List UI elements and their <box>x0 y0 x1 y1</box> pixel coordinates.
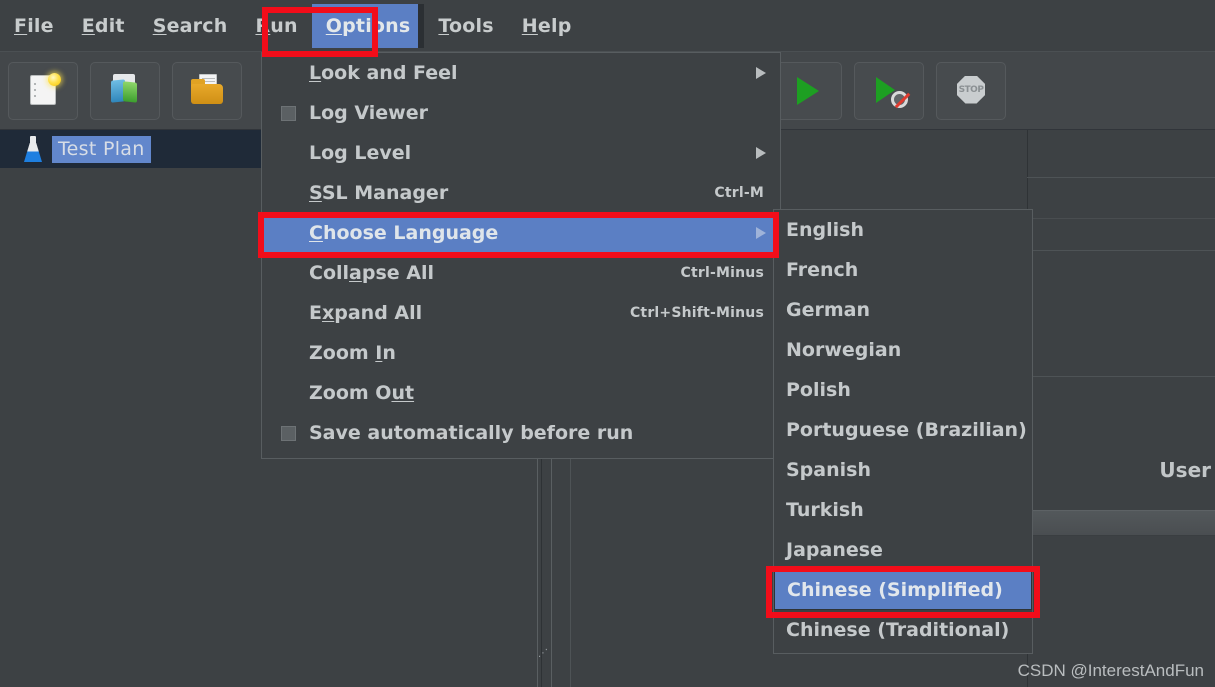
menu-item-collapse-all[interactable]: Collapse All Ctrl-Minus <box>262 253 780 293</box>
open-folder-icon <box>187 72 227 110</box>
language-item-spanish[interactable]: Spanish <box>774 450 1032 490</box>
menu-edit[interactable]: Edit <box>68 4 139 48</box>
language-item-polish[interactable]: Polish <box>774 370 1032 410</box>
menu-item-label: Collapse All <box>309 262 434 284</box>
menu-item-label: Look and Feel <box>309 62 458 84</box>
start-no-timers-icon <box>869 72 909 110</box>
panel-divider-1 <box>1027 177 1215 178</box>
menu-item-accelerator: Ctrl+Shift-Minus <box>629 305 764 321</box>
language-item-portuguese-brazilian[interactable]: Portuguese (Brazilian) <box>774 410 1032 450</box>
language-item-french[interactable]: French <box>774 250 1032 290</box>
menu-item-ssl-manager[interactable]: SSL Manager Ctrl-M <box>262 173 780 213</box>
jmeter-window: Test Plan ⋰ User STOP File Edit Search R… <box>0 0 1215 687</box>
right-sub-panel <box>1027 130 1215 687</box>
annotation-box-options-menu <box>262 7 378 57</box>
checkbox-icon[interactable] <box>281 426 296 441</box>
menu-item-label: Save automatically before run <box>309 422 634 444</box>
menu-item-label: Expand All <box>309 302 423 324</box>
user-column-label: User <box>1159 458 1211 482</box>
menu-item-accelerator: Ctrl-M <box>714 185 764 201</box>
start-icon <box>787 72 827 110</box>
start-no-timers-button[interactable] <box>854 61 924 120</box>
panel-divider-4 <box>1027 376 1215 377</box>
language-item-norwegian[interactable]: Norwegian <box>774 330 1032 370</box>
menu-item-zoom-out[interactable]: Zoom Out <box>262 373 780 413</box>
language-item-turkish[interactable]: Turkish <box>774 490 1032 530</box>
templates-icon <box>105 72 145 110</box>
language-item-german[interactable]: German <box>774 290 1032 330</box>
start-button[interactable] <box>772 61 842 120</box>
menu-item-expand-all[interactable]: Expand All Ctrl+Shift-Minus <box>262 293 780 333</box>
new-file-icon <box>23 72 63 110</box>
watermark-text: CSDN @InterestAndFun <box>1017 661 1204 680</box>
flask-icon <box>22 136 44 162</box>
checkbox-icon[interactable] <box>281 106 296 121</box>
menu-help[interactable]: Help <box>508 4 586 48</box>
menu-search[interactable]: Search <box>139 4 242 48</box>
tree-node-label[interactable]: Test Plan <box>52 135 151 163</box>
menu-item-label: Zoom Out <box>309 382 415 404</box>
panel-divider-2 <box>1027 218 1215 219</box>
open-file-button[interactable] <box>172 61 242 120</box>
splitter-grip-icon: ⋰ <box>538 648 548 659</box>
menu-item-log-level[interactable]: Log Level <box>262 133 780 173</box>
menu-item-label: Log Viewer <box>309 102 428 124</box>
tree-row-test-plan[interactable]: Test Plan <box>0 130 151 168</box>
menu-item-save-automatically[interactable]: Save automatically before run <box>262 413 780 453</box>
annotation-box-choose-language <box>258 212 779 258</box>
menu-item-accelerator: Ctrl-Minus <box>680 265 764 281</box>
stop-button[interactable]: STOP <box>936 61 1006 120</box>
templates-button[interactable] <box>90 61 160 120</box>
menu-tools[interactable]: Tools <box>424 4 507 48</box>
chevron-right-icon <box>756 147 766 159</box>
menu-item-label: SSL Manager <box>309 182 449 204</box>
menu-item-label: Log Level <box>309 142 412 164</box>
menu-item-label: Zoom In <box>309 342 396 364</box>
language-item-english[interactable]: English <box>774 210 1032 250</box>
panel-divider-3 <box>1027 250 1215 251</box>
menu-item-zoom-in[interactable]: Zoom In <box>262 333 780 373</box>
chevron-right-icon <box>756 67 766 79</box>
menu-file[interactable]: File <box>0 4 68 48</box>
new-file-button[interactable] <box>8 61 78 120</box>
menu-item-look-and-feel[interactable]: Look and Feel <box>262 53 780 93</box>
menu-bar: File Edit Search Run Options Tools Help <box>0 0 1215 52</box>
annotation-box-chinese-simplified <box>766 566 1040 618</box>
stop-icon: STOP <box>951 72 991 110</box>
menu-item-log-viewer[interactable]: Log Viewer <box>262 93 780 133</box>
language-item-japanese[interactable]: Japanese <box>774 530 1032 570</box>
panel-action-bar[interactable] <box>1028 510 1215 536</box>
